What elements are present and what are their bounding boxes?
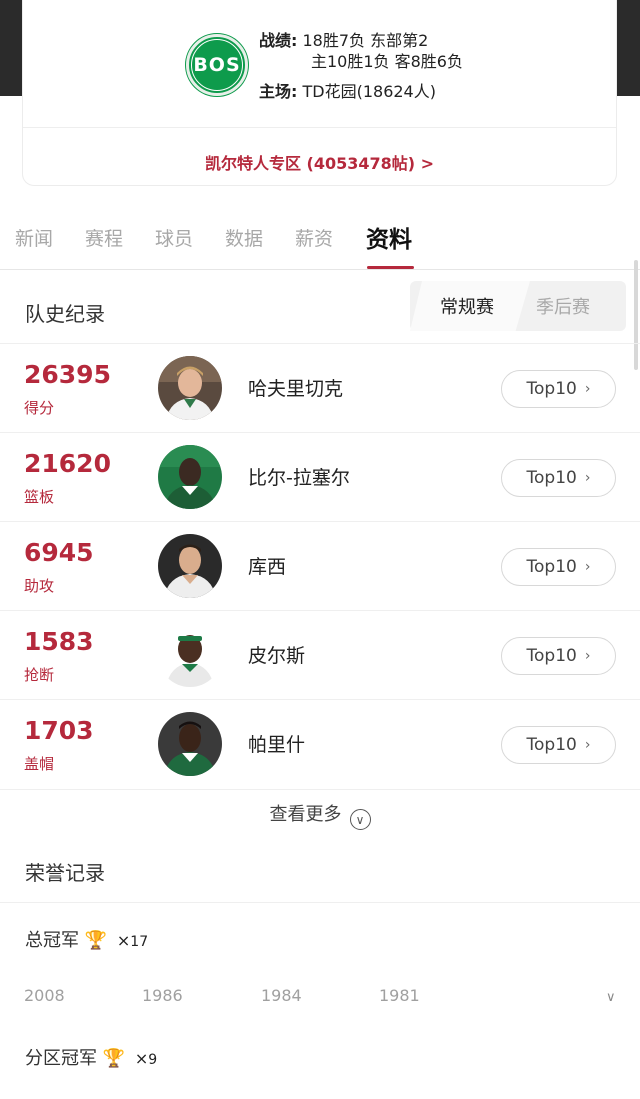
season-type-toggle: 常规赛 季后赛 [410,281,626,331]
tab-bar: 新闻 赛程 球员 数据 薪资 资料 [0,214,640,270]
tab-schedule[interactable]: 赛程 [85,224,123,251]
chevron-right-icon: › [584,381,591,397]
view-more-label: 查看更多 [269,804,342,825]
record-value: 21620 [24,449,111,478]
trophy-icon: 🏆 [102,1048,126,1069]
card-divider [23,127,616,128]
expand-years-icon[interactable]: ∨ [606,990,616,1005]
division-times-symbol: × [134,1049,149,1068]
player-name[interactable]: 库西 [248,552,286,579]
tab-players[interactable]: 球员 [155,224,193,251]
record-category: 篮板 [24,488,55,506]
record-row: 26395 得分 哈夫里切克 Top10 › [0,343,640,432]
record-label: 战绩: [259,31,298,50]
record-row: 1703 盖帽 帕里什 Top10 › [0,699,640,788]
record-value: 1703 [24,716,94,745]
record-category: 得分 [24,399,55,417]
player-avatar [158,534,222,598]
division-champion-label: 分区冠军 [25,1048,97,1069]
arena-value: TD花园(18624人) [302,82,436,101]
view-more-button[interactable]: 查看更多 ∨ [0,800,640,830]
tab-salary[interactable]: 薪资 [295,224,333,251]
records-bottom-divider [0,789,640,790]
tabs-divider [0,269,640,270]
top10-label: Top10 [526,646,577,666]
player-name[interactable]: 哈夫里切克 [248,374,343,401]
player-avatar [158,356,222,420]
top10-button[interactable]: Top10 › [501,637,616,675]
honors-divider [0,902,640,903]
division-champion-row: 分区冠军 🏆 ×9 [25,1044,157,1070]
tab-stats[interactable]: 数据 [225,224,263,251]
segment-playoffs[interactable]: 季后赛 [536,293,590,319]
team-info-card: BOS 战绩: 18胜7负 东部第2 主10胜1负 客8胜6负 主场: TD花园… [22,0,617,186]
chevron-right-icon: › [584,737,591,753]
record-category: 助攻 [24,577,55,595]
champion-year: 2008 [24,986,65,1005]
top10-label: Top10 [526,735,577,755]
segment-regular[interactable]: 常规赛 [440,293,494,319]
record-row: 1583 抢断 皮尔斯 Top10 › [0,610,640,699]
team-info: 战绩: 18胜7负 东部第2 主10胜1负 客8胜6负 主场: TD花园(186… [259,30,463,102]
champion-count: 17 [130,934,149,950]
player-name[interactable]: 帕里什 [248,730,305,757]
player-name[interactable]: 皮尔斯 [248,641,305,668]
record-value: 6945 [24,538,94,567]
top10-button[interactable]: Top10 › [501,548,616,586]
record-value: 1583 [24,627,94,656]
player-avatar [158,712,222,776]
team-zone-link[interactable]: 凯尔特人专区 (4053478帖) > [23,150,616,174]
record-line1: 18胜7负 东部第2 [302,31,429,50]
trophy-icon: 🏆 [84,930,108,951]
champion-year: 1981 [379,986,420,1005]
chevron-right-icon: › [584,559,591,575]
chevron-down-circle-icon: ∨ [349,809,371,830]
chevron-right-icon: › [584,470,591,486]
top10-button[interactable]: Top10 › [501,370,616,408]
champion-year: 1984 [261,986,302,1005]
record-line2: 主10胜1负 客8胜6负 [311,52,463,71]
record-value: 26395 [24,360,111,389]
champion-row: 总冠军 🏆 ×17 [25,926,148,952]
top10-label: Top10 [526,379,577,399]
champion-label: 总冠军 [25,930,79,951]
history-title: 队史纪录 [25,302,105,326]
record-row: 21620 篮板 比尔-拉塞尔 Top10 › [0,432,640,521]
champion-times-symbol: × [116,931,131,950]
record-category: 抢断 [24,666,55,684]
top10-button[interactable]: Top10 › [501,459,616,497]
player-name[interactable]: 比尔-拉塞尔 [248,463,350,490]
champion-year: 1986 [142,986,183,1005]
record-category: 盖帽 [24,755,55,773]
player-avatar [158,445,222,509]
team-logo: BOS [186,34,248,96]
honors-title: 荣誉记录 [25,861,105,885]
tab-news[interactable]: 新闻 [15,224,53,251]
record-row: 6945 助攻 库西 Top10 › [0,521,640,610]
top10-label: Top10 [526,557,577,577]
tab-profile[interactable]: 资料 [366,220,412,254]
arena-label: 主场: [259,82,298,101]
team-logo-text: BOS [193,54,241,76]
division-count: 9 [148,1052,158,1068]
top10-label: Top10 [526,468,577,488]
chevron-right-icon: › [584,648,591,664]
player-avatar [158,623,222,687]
top10-button[interactable]: Top10 › [501,726,616,764]
